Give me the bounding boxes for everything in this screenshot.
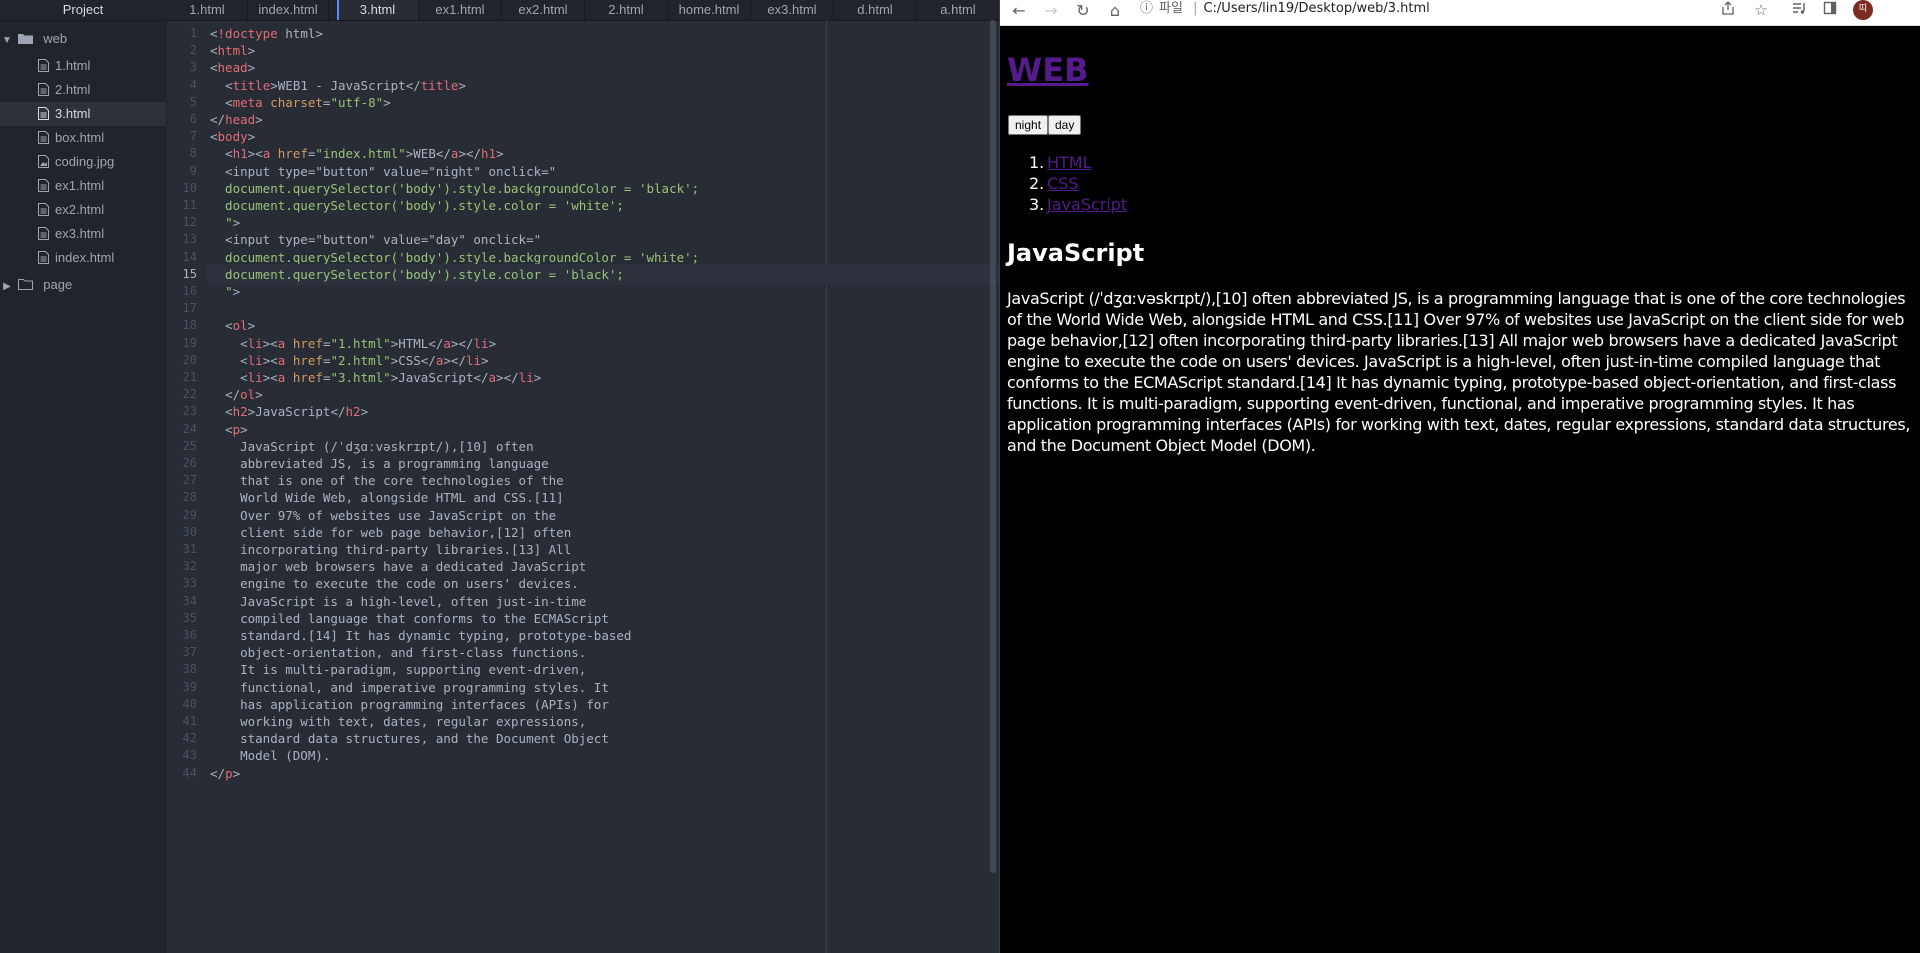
bookmark-star-icon[interactable]: ☆ <box>1750 0 1772 22</box>
wrap-guide <box>826 20 827 953</box>
body-paragraph: JavaScript (/ˈdʒɑːvəskrɪpt/),[10] often … <box>1007 289 1911 455</box>
tree-file-index-html[interactable]: index.html <box>0 246 166 270</box>
tree-file-label: ex2.html <box>55 202 105 217</box>
tree-folder-label: web <box>43 31 68 46</box>
list-link-html[interactable]: HTML <box>1047 153 1092 172</box>
scheme-label: 파일 <box>1159 1 1183 16</box>
tree-file-label: 2.html <box>55 82 91 97</box>
reading-list-icon[interactable] <box>1788 0 1810 22</box>
tab-ex2-html[interactable]: ex2.html <box>502 0 585 20</box>
side-panel-icon[interactable] <box>1819 0 1841 22</box>
code-line[interactable]: document.querySelector('body').style.col… <box>210 195 624 216</box>
tree-file-ex3-html[interactable]: ex3.html <box>0 222 166 246</box>
chevron-right-icon: ▶ <box>3 281 11 292</box>
folder-open-icon <box>17 34 33 44</box>
project-panel-header: Project <box>0 0 166 21</box>
forward-button[interactable]: → <box>1039 0 1063 22</box>
address-separator: | <box>1193 1 1198 16</box>
profile-avatar[interactable]: 띠 <box>1853 0 1873 20</box>
list-number: 3. <box>1029 195 1045 214</box>
tree-folder-page[interactable]: ▶ page <box>0 273 166 297</box>
tab-index-html[interactable]: index.html <box>248 0 329 20</box>
tree-file-2-html[interactable]: 2.html <box>0 78 166 102</box>
file-icon <box>38 131 49 144</box>
info-icon[interactable]: ⓘ <box>1140 1 1153 16</box>
tree-file-label: ex3.html <box>55 226 105 241</box>
tree-folder-web[interactable]: ▼ web <box>0 27 166 51</box>
code-editor[interactable]: 1.html index.html 3.html ex1.html ex2.ht… <box>167 0 999 953</box>
tree-file-1-html[interactable]: 1.html <box>0 54 166 78</box>
tab-2-html[interactable]: 2.html <box>585 0 668 20</box>
tab-ex1-html[interactable]: ex1.html <box>419 0 502 20</box>
editor-scrollbar[interactable] <box>990 20 996 873</box>
file-icon <box>38 251 49 264</box>
code-line[interactable]: "> <box>210 281 240 302</box>
tree-file-coding-jpg[interactable]: coding.jpg <box>0 150 166 174</box>
file-icon <box>38 107 49 120</box>
list-number: 1. <box>1029 153 1045 172</box>
line-number: 44 <box>182 765 197 780</box>
share-icon[interactable] <box>1717 0 1739 22</box>
tree-file-label: coding.jpg <box>55 154 115 169</box>
tree-file-3-html[interactable]: 3.html <box>0 102 166 126</box>
back-button[interactable]: ← <box>1007 0 1031 22</box>
night-button[interactable]: night <box>1008 115 1049 135</box>
tab-home-html[interactable]: home.html <box>668 0 751 20</box>
file-icon <box>38 59 49 72</box>
address-bar[interactable]: ⓘ 파일 | C:/Users/lin19/Desktop/web/3.html <box>1140 0 1700 20</box>
list-link-javascript[interactable]: JavaScript <box>1047 195 1127 214</box>
home-button[interactable]: ⌂ <box>1103 0 1127 22</box>
editor-tab-bar: 1.html index.html 3.html ex1.html ex2.ht… <box>167 0 999 21</box>
tab-a-html[interactable]: a.html <box>917 0 999 20</box>
browser-toolbar: ← → ↻ ⌂ ⓘ 파일 | C:/Users/lin19/Desktop/web/… <box>1000 0 1920 26</box>
image-file-icon <box>38 155 49 168</box>
chevron-down-icon: ▼ <box>2 35 12 46</box>
tree-file-label: 3.html <box>55 106 91 121</box>
tree-file-label: index.html <box>55 250 115 265</box>
list-number: 2. <box>1029 174 1045 193</box>
tab-1-html[interactable]: 1.html <box>167 0 248 20</box>
project-tree-panel: Project ▼ web 1.html 2.html 3.html box.h… <box>0 0 166 953</box>
code-line[interactable]: </p> <box>210 763 240 784</box>
folder-icon <box>17 279 33 290</box>
tab-ex3-html[interactable]: ex3.html <box>751 0 834 20</box>
url-text[interactable]: C:/Users/lin19/Desktop/web/3.html <box>1203 1 1429 16</box>
file-icon <box>38 203 49 216</box>
code-line[interactable]: document.querySelector('body').style.col… <box>210 264 624 285</box>
page-heading-link[interactable]: WEB <box>1007 51 1089 89</box>
section-heading: JavaScript <box>1007 239 1145 267</box>
tree-file-ex1-html[interactable]: ex1.html <box>0 174 166 198</box>
list-link-css[interactable]: CSS <box>1047 174 1078 193</box>
tree-file-label: box.html <box>55 130 105 145</box>
tree-file-ex2-html[interactable]: ex2.html <box>0 198 166 222</box>
tree-file-label: ex1.html <box>55 178 105 193</box>
reload-button[interactable]: ↻ <box>1071 0 1095 22</box>
tab-d-html[interactable]: d.html <box>834 0 917 20</box>
tree-folder-label: page <box>43 277 73 292</box>
browser-window: ← → ↻ ⌂ ⓘ 파일 | C:/Users/lin19/Desktop/web/… <box>1000 0 1920 953</box>
file-icon <box>38 227 49 240</box>
file-icon <box>38 83 49 96</box>
file-icon <box>38 179 49 192</box>
day-button[interactable]: day <box>1048 115 1082 135</box>
tab-3-html[interactable]: 3.html <box>337 0 419 20</box>
tree-file-label: 1.html <box>55 58 91 73</box>
tree-file-box-html[interactable]: box.html <box>0 126 166 150</box>
